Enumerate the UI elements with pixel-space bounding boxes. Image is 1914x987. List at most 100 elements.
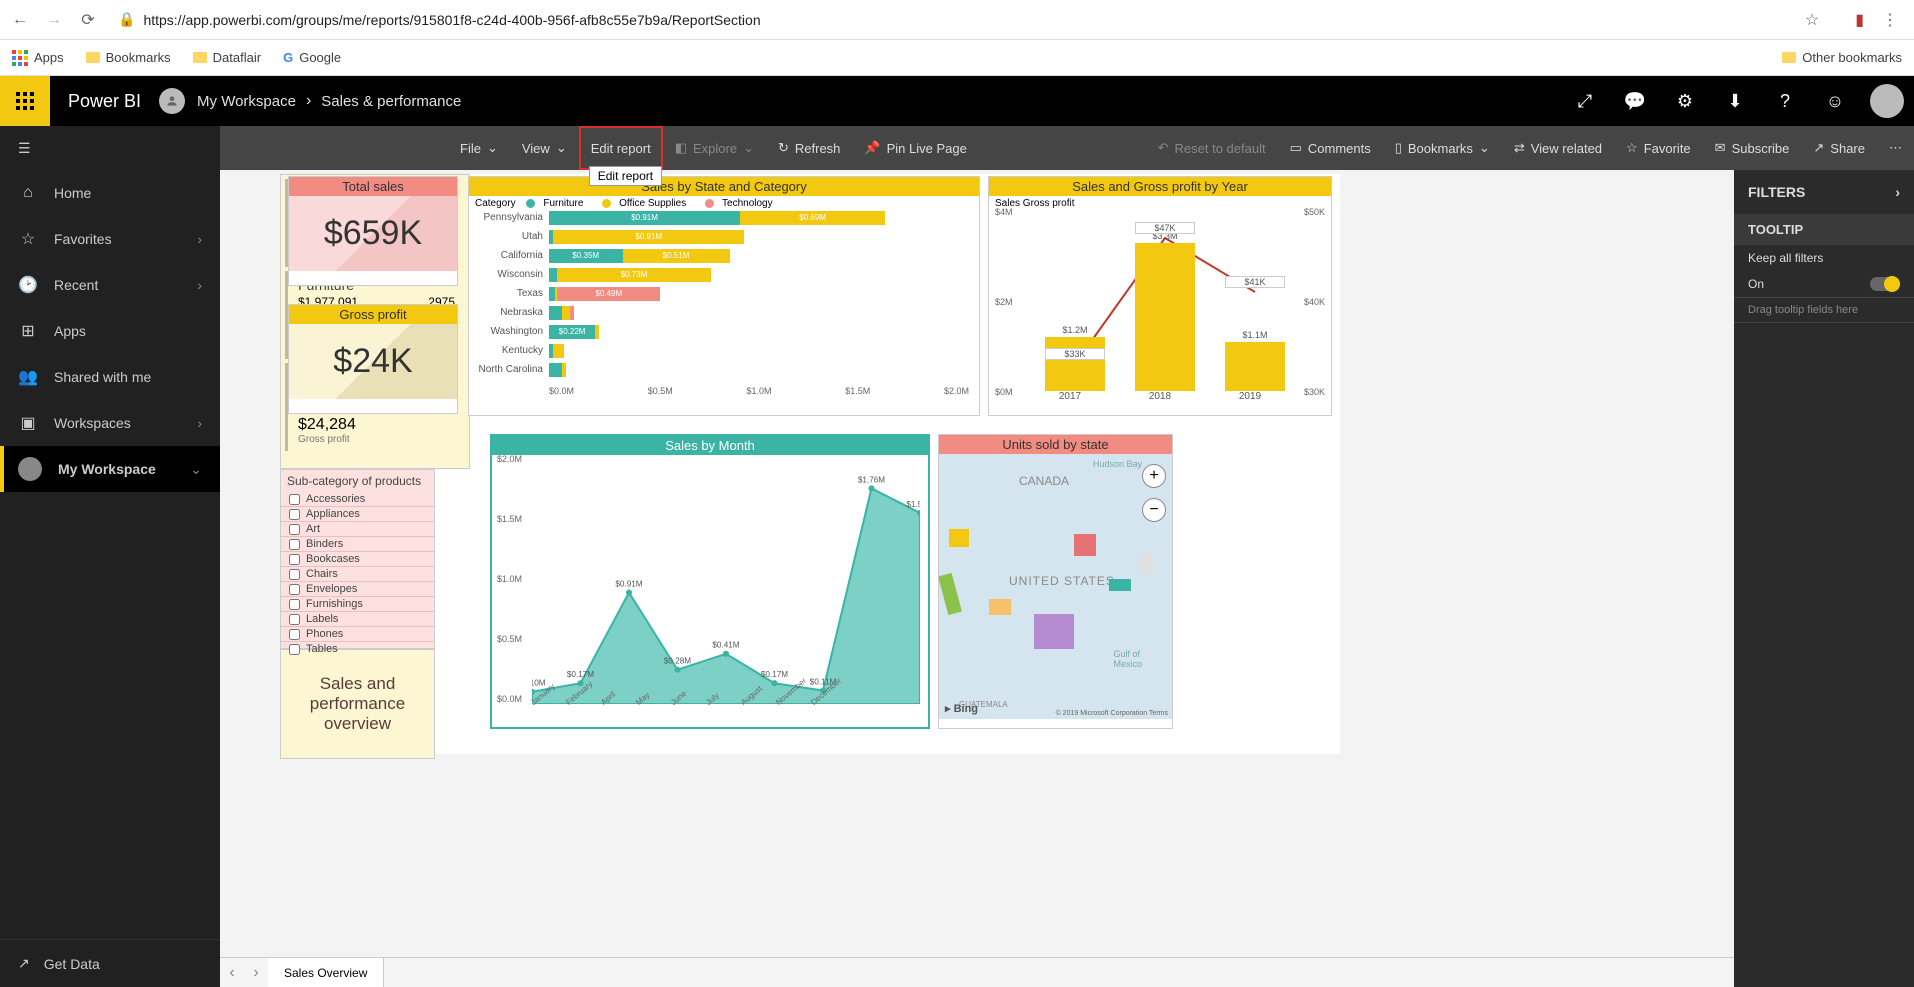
- back-button[interactable]: ←: [8, 8, 32, 32]
- svg-text:$0.28M: $0.28M: [664, 657, 691, 666]
- nav-recent[interactable]: 🕑Recent›: [0, 262, 220, 308]
- nav-favorites[interactable]: ☆Favorites›: [0, 216, 220, 262]
- checkbox[interactable]: [289, 494, 300, 505]
- slicer-option[interactable]: Binders: [281, 537, 434, 552]
- settings-gear-icon[interactable]: ⚙: [1660, 76, 1710, 126]
- checkbox[interactable]: [289, 629, 300, 640]
- chart-sales-gross-profit-year[interactable]: Sales and Gross profit by Year Sales Gro…: [988, 176, 1332, 416]
- workspace-avatar-icon: [159, 88, 185, 114]
- file-menu[interactable]: File ⌄: [448, 126, 510, 170]
- chevron-down-icon: ⌄: [487, 140, 498, 156]
- checkbox[interactable]: [289, 554, 300, 565]
- slicer-option[interactable]: Phones: [281, 627, 434, 642]
- edit-report-button[interactable]: Edit report Edit report: [579, 126, 663, 170]
- chart-title: Sales by State and Category: [469, 177, 979, 196]
- zoom-in-button[interactable]: +: [1142, 464, 1166, 488]
- checkbox[interactable]: [289, 599, 300, 610]
- next-page-button[interactable]: ›: [244, 964, 268, 982]
- more-menu[interactable]: ⋯: [1877, 126, 1914, 170]
- card-value: $659K: [289, 196, 457, 271]
- bookmark-folder[interactable]: Dataflair: [193, 50, 261, 65]
- app-header: Power BI My Workspace › Sales & performa…: [0, 76, 1914, 126]
- nav-workspaces[interactable]: ▣Workspaces›: [0, 400, 220, 446]
- other-bookmarks[interactable]: Other bookmarks: [1782, 50, 1902, 65]
- toggle-switch[interactable]: [1870, 277, 1900, 291]
- slicer-option[interactable]: Labels: [281, 612, 434, 627]
- reset-icon: ↶: [1158, 140, 1169, 156]
- checkbox[interactable]: [289, 614, 300, 625]
- checkbox[interactable]: [289, 539, 300, 550]
- comments-button[interactable]: ▭Comments: [1278, 126, 1383, 170]
- card-total-sales[interactable]: Total sales $659K: [288, 176, 458, 286]
- drag-fields-placeholder[interactable]: Drag tooltip fields here: [1734, 297, 1914, 323]
- nav-my-workspace[interactable]: My Workspace⌄: [0, 446, 220, 492]
- keep-all-filters-toggle[interactable]: On: [1734, 271, 1914, 297]
- checkbox[interactable]: [289, 524, 300, 535]
- address-bar[interactable]: 🔒 https://app.powerbi.com/groups/me/repo…: [110, 11, 1795, 28]
- nav-get-data[interactable]: ↗Get Data: [0, 939, 220, 987]
- nav-home[interactable]: ⌂Home: [0, 170, 220, 216]
- report-toolbar: File ⌄ View ⌄ Edit report Edit report ◧E…: [220, 126, 1914, 170]
- refresh-icon: ↻: [778, 140, 789, 156]
- card-gross-profit[interactable]: Gross profit $24K: [288, 304, 458, 414]
- forward-button[interactable]: →: [42, 8, 66, 32]
- checkbox[interactable]: [289, 509, 300, 520]
- slicer-option[interactable]: Furnishings: [281, 597, 434, 612]
- filter-section-tooltip[interactable]: TOOLTIP: [1734, 214, 1914, 245]
- slicer-option[interactable]: Chairs: [281, 567, 434, 582]
- prev-page-button[interactable]: ‹: [220, 964, 244, 982]
- checkbox[interactable]: [289, 569, 300, 580]
- download-icon[interactable]: ⬇: [1710, 76, 1760, 126]
- help-icon[interactable]: ?: [1760, 76, 1810, 126]
- zoom-out-button[interactable]: −: [1142, 498, 1166, 522]
- slicer-option[interactable]: Art: [281, 522, 434, 537]
- chat-icon[interactable]: 💬: [1610, 76, 1660, 126]
- slicer-option[interactable]: Appliances: [281, 507, 434, 522]
- slicer-option[interactable]: Accessories: [281, 492, 434, 507]
- fullscreen-icon[interactable]: ⤢: [1560, 76, 1610, 126]
- card-title: Total sales: [289, 177, 457, 196]
- checkbox[interactable]: [289, 584, 300, 595]
- app-launcher-icon[interactable]: [0, 76, 50, 126]
- reload-button[interactable]: ⟳: [76, 8, 100, 32]
- extension-icon[interactable]: ▮: [1855, 10, 1864, 30]
- chart-sales-by-state[interactable]: Sales by State and Category Category Fur…: [468, 176, 980, 416]
- slicer-option[interactable]: Bookcases: [281, 552, 434, 567]
- feedback-smiley-icon[interactable]: ☺: [1810, 76, 1860, 126]
- bookmark-folder[interactable]: Bookmarks: [86, 50, 171, 65]
- map-visual[interactable]: CANADA Hudson Bay UNITED STATES Gulf of …: [939, 454, 1172, 719]
- refresh-button[interactable]: ↻Refresh: [766, 126, 852, 170]
- chart-units-by-state-map[interactable]: Units sold by state CANADA Hudson Bay UN…: [938, 434, 1173, 729]
- more-icon: ⋯: [1889, 140, 1902, 156]
- reset-button[interactable]: ↶Reset to default: [1146, 126, 1278, 170]
- chevron-down-icon: ⌄: [743, 140, 754, 156]
- card-value: $24K: [289, 324, 457, 399]
- bookmark-google[interactable]: GGoogle: [283, 50, 341, 65]
- subscribe-button[interactable]: ✉Subscribe: [1703, 126, 1802, 170]
- checkbox[interactable]: [289, 644, 300, 655]
- view-related-button[interactable]: ⇄View related: [1502, 126, 1614, 170]
- favorite-button[interactable]: ☆Favorite: [1614, 126, 1703, 170]
- pin-live-page-button[interactable]: 📌Pin Live Page: [852, 126, 978, 170]
- view-menu[interactable]: View ⌄: [510, 126, 579, 170]
- breadcrumb-workspace[interactable]: My Workspace: [197, 93, 296, 110]
- breadcrumb-report[interactable]: Sales & performance: [321, 93, 461, 110]
- chrome-menu-icon[interactable]: ⋮: [1882, 10, 1898, 30]
- apps-shortcut[interactable]: Apps: [12, 50, 64, 66]
- chart-sales-by-month[interactable]: Sales by Month $0.10M$0.17M$0.91M$0.28M$…: [490, 434, 930, 729]
- user-avatar-icon[interactable]: [1870, 84, 1904, 118]
- page-tab[interactable]: Sales Overview: [268, 958, 384, 987]
- share-button[interactable]: ↗Share: [1801, 126, 1877, 170]
- nav-shared[interactable]: 👥Shared with me: [0, 354, 220, 400]
- star-icon[interactable]: ☆: [1805, 10, 1819, 30]
- filters-header[interactable]: FILTERS›: [1734, 170, 1914, 214]
- state-shape: [1109, 579, 1131, 591]
- slicer-subcategory[interactable]: Sub-category of products AccessoriesAppl…: [280, 469, 435, 649]
- slicer-option[interactable]: Envelopes: [281, 582, 434, 597]
- bookmarks-menu[interactable]: ▯Bookmarks ⌄: [1383, 126, 1502, 170]
- browser-nav-bar: ← → ⟳ 🔒 https://app.powerbi.com/groups/m…: [0, 0, 1914, 40]
- nav-collapse-icon[interactable]: ☰: [0, 126, 220, 170]
- explore-menu[interactable]: ◧Explore ⌄: [663, 126, 766, 170]
- apps-icon: ⊞: [18, 321, 38, 341]
- nav-apps[interactable]: ⊞Apps: [0, 308, 220, 354]
